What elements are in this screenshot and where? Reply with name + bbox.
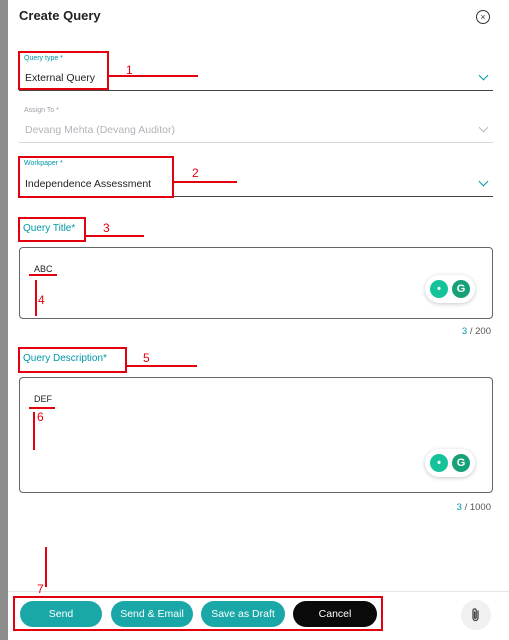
annotation-arrow-6 [33,412,35,450]
create-query-panel [8,0,509,640]
annotation-underline-description [29,407,55,409]
query-title-counter: 3 / 200 [411,326,491,337]
annotation-arrow-3 [86,235,144,237]
query-description-counter: 3 / 1000 [411,502,491,513]
query-type-underline [19,90,493,91]
close-icon[interactable]: × [476,10,490,24]
annotation-underline-title [29,274,57,276]
annotation-number-5: 5 [143,351,150,365]
annotation-box-workpaper [18,156,174,198]
query-title-textarea[interactable]: ABC • G [19,247,493,319]
modal-backdrop [0,0,8,640]
annotation-number-1: 1 [126,63,133,77]
lightbulb-icon[interactable]: • [430,454,448,472]
paperclip-icon [472,608,479,622]
annotation-number-4: 4 [38,293,45,307]
annotation-arrow-7 [45,547,47,587]
assign-to-label: Assign To * [24,107,59,114]
chevron-down-icon [478,122,489,133]
annotation-number-3: 3 [103,221,110,235]
annotation-box-footer [13,596,383,631]
char-limit: / 1000 [464,502,491,513]
query-description-textarea[interactable]: DEF • G [19,377,493,493]
annotation-arrow-4 [35,280,37,316]
chevron-down-icon [478,70,489,81]
annotation-box-query-type [18,51,109,90]
annotation-arrow-1 [108,75,198,77]
char-count: 3 [461,326,468,337]
assign-to-underline [19,142,493,143]
annotation-arrow-2 [174,181,237,183]
annotation-number-2: 2 [192,166,199,180]
annotation-number-6: 6 [37,410,44,424]
chevron-down-icon [478,176,489,187]
grammarly-widget[interactable]: • G [425,275,475,303]
lightbulb-icon[interactable]: • [430,280,448,298]
annotation-box-query-title [18,217,86,242]
annotation-number-7: 7 [37,582,44,596]
grammarly-icon[interactable]: G [452,280,470,298]
grammarly-widget[interactable]: • G [425,449,475,477]
char-count: 3 [456,502,462,513]
attachment-button[interactable] [461,600,491,630]
assign-to-value: Devang Mehta (Devang Auditor) [25,124,175,136]
char-limit: / 200 [469,326,491,337]
query-title-text: ABC [34,264,53,274]
assign-to-select: Assign To * Devang Mehta (Devang Auditor… [19,104,493,144]
query-description-text: DEF [34,394,52,404]
footer-divider [8,591,509,592]
annotation-box-query-description [18,347,127,373]
annotation-arrow-5 [127,365,197,367]
dialog-title: Create Query [19,8,101,23]
grammarly-icon[interactable]: G [452,454,470,472]
